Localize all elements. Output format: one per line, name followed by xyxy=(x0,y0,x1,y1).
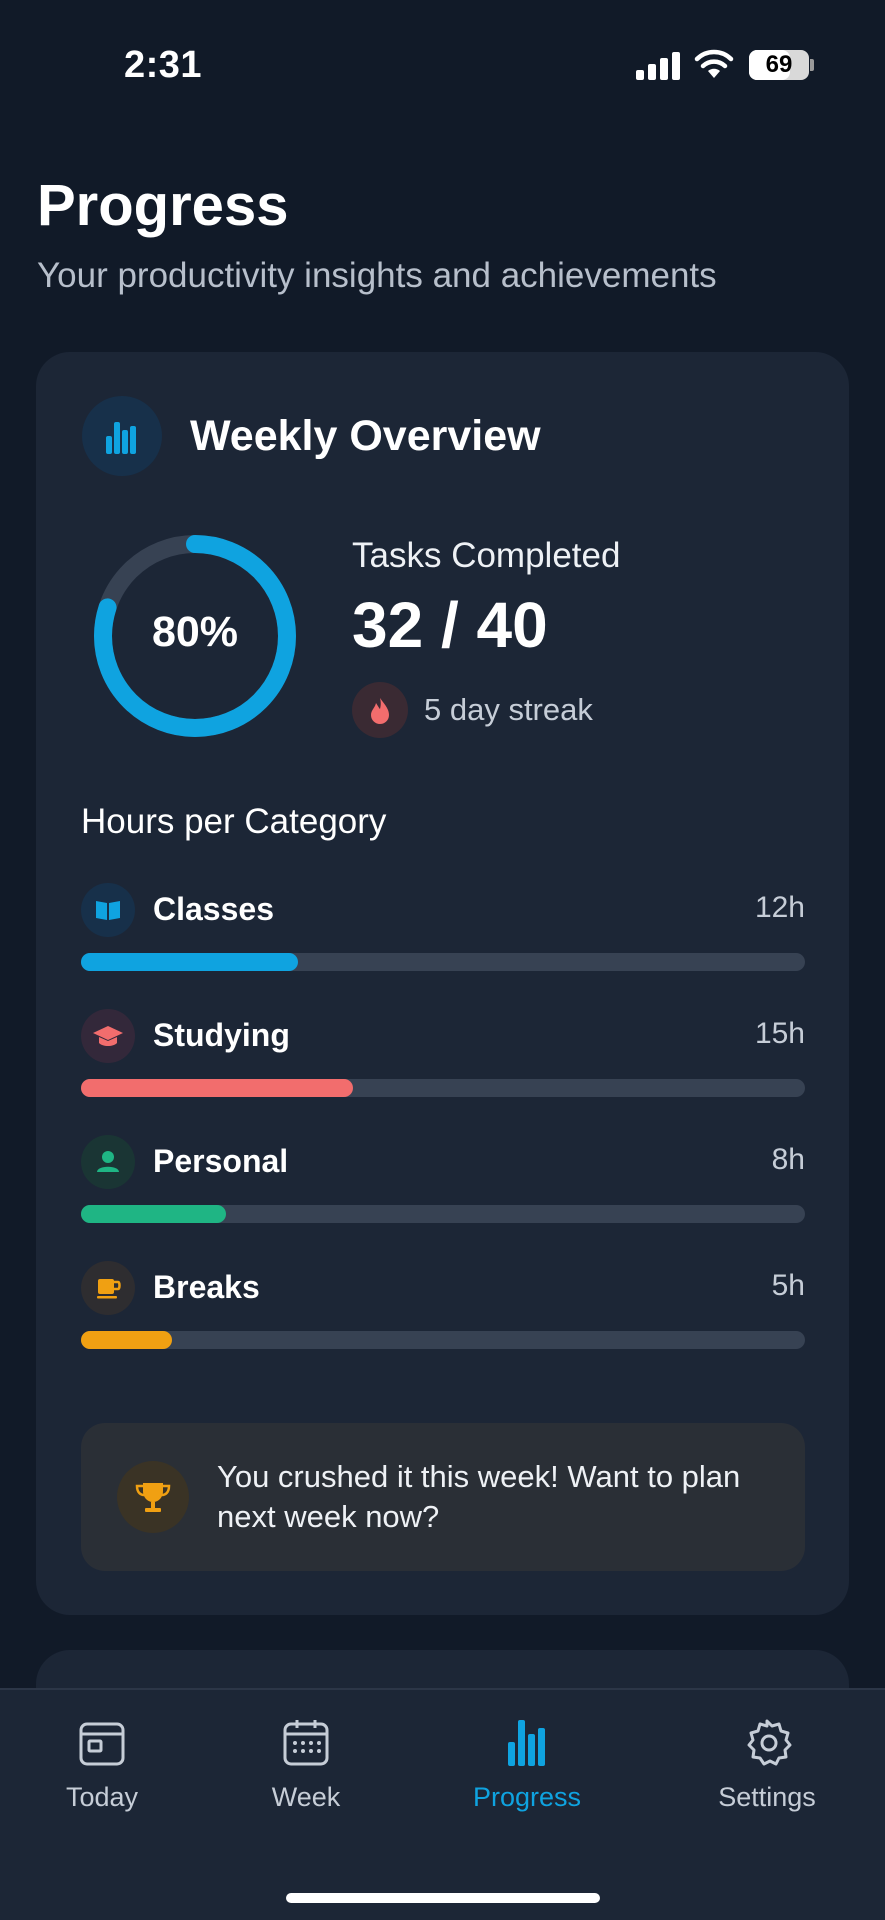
battery-nub xyxy=(810,59,814,71)
category-progress-track xyxy=(81,1079,805,1097)
tab-label: Today xyxy=(65,1782,139,1812)
book-icon xyxy=(81,883,135,937)
category-label: Personal xyxy=(153,1143,289,1179)
tab-today[interactable]: Today xyxy=(12,1718,192,1828)
category-progress-track xyxy=(81,1205,805,1223)
category-studying: Studying 15h xyxy=(81,1009,805,1109)
category-hours: 12h xyxy=(754,891,805,924)
page-title: Progress xyxy=(37,173,289,238)
category-hours: 15h xyxy=(754,1017,805,1050)
page-subtitle: Your productivity insights and achieveme… xyxy=(37,256,717,295)
category-label: Breaks xyxy=(153,1269,260,1305)
tab-label: Week xyxy=(271,1782,341,1812)
tab-label: Progress xyxy=(472,1782,582,1812)
tab-label: Settings xyxy=(718,1782,816,1812)
battery-icon: 69 xyxy=(749,50,809,80)
cellular-signal-icon xyxy=(636,50,680,80)
category-hours: 5h xyxy=(771,1269,805,1302)
calendar-week-icon xyxy=(283,1720,329,1766)
weekly-overview-card: Weekly Overview 80% Tasks Completed 32 /… xyxy=(36,352,849,1615)
status-bar: 2:31 69 xyxy=(0,0,885,130)
tasks-completed-label: Tasks Completed xyxy=(352,536,621,575)
category-classes: Classes 12h xyxy=(81,883,805,983)
battery-level: 69 xyxy=(765,51,793,78)
trophy-icon xyxy=(117,1461,189,1533)
calendar-day-icon xyxy=(79,1722,125,1766)
section-title: Hours per Category xyxy=(81,802,387,841)
flame-icon xyxy=(352,682,408,738)
category-progress-track xyxy=(81,1331,805,1349)
category-personal: Personal 8h xyxy=(81,1135,805,1235)
category-label: Classes xyxy=(153,891,274,927)
completion-percent: 80% xyxy=(151,608,239,656)
cta-text: You crushed it this week! Want to plan n… xyxy=(217,1459,741,1534)
category-progress-fill xyxy=(81,1331,172,1349)
tab-week[interactable]: Week xyxy=(216,1718,396,1828)
category-progress-fill xyxy=(81,953,299,971)
gear-icon xyxy=(747,1719,792,1766)
home-indicator[interactable] xyxy=(286,1893,600,1903)
category-progress-track xyxy=(81,953,805,971)
tasks-completed-value: 32 / 40 xyxy=(352,589,548,661)
bar-chart-icon xyxy=(82,396,162,476)
status-time: 2:31 xyxy=(124,44,203,86)
tab-bar: Today Week Progress Settings xyxy=(0,1688,885,1920)
card-title: Weekly Overview xyxy=(190,412,541,460)
category-label: Studying xyxy=(153,1017,290,1053)
bar-chart-icon xyxy=(508,1720,545,1766)
coffee-cup-icon xyxy=(81,1261,135,1315)
plan-next-week-prompt[interactable]: You crushed it this week! Want to plan n… xyxy=(81,1423,805,1571)
tab-settings[interactable]: Settings xyxy=(677,1718,857,1828)
category-progress-fill xyxy=(81,1079,353,1097)
category-breaks: Breaks 5h xyxy=(81,1261,805,1361)
category-progress-fill xyxy=(81,1205,226,1223)
streak-text: 5 day streak xyxy=(424,692,593,727)
person-icon xyxy=(81,1135,135,1189)
tab-progress[interactable]: Progress xyxy=(437,1718,617,1828)
category-hours: 8h xyxy=(771,1143,805,1176)
wifi-icon xyxy=(694,49,734,78)
graduation-cap-icon xyxy=(81,1009,135,1063)
